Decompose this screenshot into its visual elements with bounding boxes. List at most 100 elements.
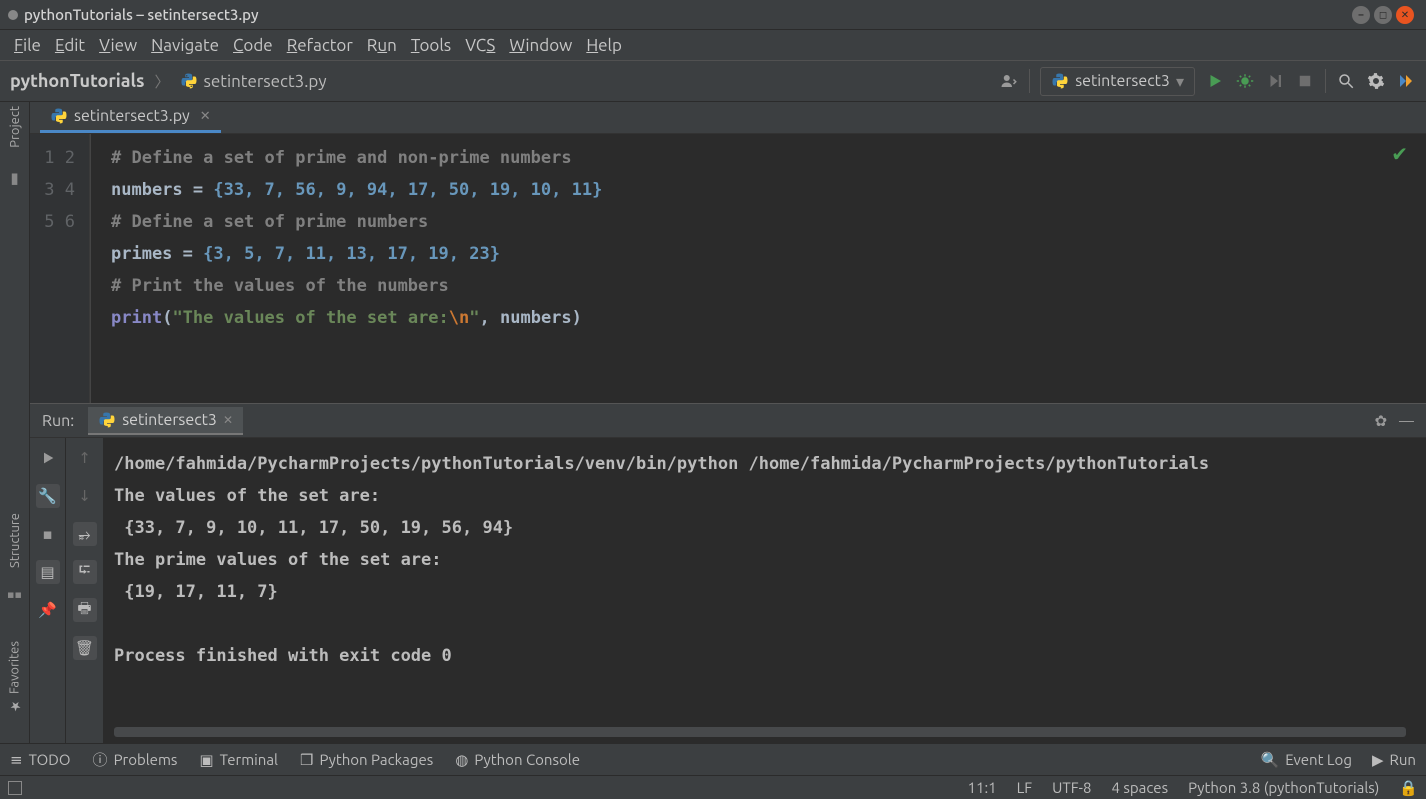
breadcrumb-separator: 〉 [155, 71, 170, 92]
window-maximize-button[interactable]: ◻ [1374, 6, 1392, 24]
chevron-down-icon: ▾ [1176, 72, 1184, 91]
sidebar-item-favorites[interactable]: ★ Favorites [7, 641, 22, 713]
editor-tabs: setintersect3.py ✕ [30, 102, 1426, 134]
run-configuration-selector[interactable]: setintersect3 ▾ [1040, 67, 1195, 96]
menu-edit[interactable]: Edit [55, 36, 85, 55]
close-tab-icon[interactable]: ✕ [200, 109, 211, 124]
tool-packages[interactable]: ❒Python Packages [300, 751, 433, 769]
sidebar-item-structure[interactable]: Structure [8, 513, 22, 568]
run-tool-header: Run: setintersect3 ✕ ✿ — [30, 404, 1426, 438]
menu-view[interactable]: View [99, 36, 137, 55]
coverage-button[interactable] [1265, 71, 1285, 91]
down-arrow-icon[interactable]: ↓ [73, 484, 97, 508]
status-indent[interactable]: 4 spaces [1111, 779, 1168, 796]
run-tab-label: setintersect3 [122, 411, 217, 429]
menu-vcs[interactable]: VCS [465, 36, 495, 55]
left-toolwindow-bar: Project ▮ Structure ▪▪ ★ Favorites [0, 102, 30, 743]
run-settings-icon[interactable]: ✿ [1374, 412, 1387, 430]
layout-button[interactable]: ▤ [36, 560, 60, 584]
line-numbers-gutter: 1 2 3 4 5 6 [30, 134, 90, 403]
menu-window[interactable]: Window [509, 36, 572, 55]
titlebar: pythonTutorials – setintersect3.py – ◻ ✕ [0, 0, 1426, 30]
menu-help[interactable]: Help [586, 36, 622, 55]
menu-navigate[interactable]: Navigate [151, 36, 219, 55]
editor-tab-active[interactable]: setintersect3.py ✕ [40, 102, 221, 133]
run-panel-label: Run: [42, 412, 74, 430]
settings-button[interactable] [1366, 71, 1386, 91]
status-encoding[interactable]: UTF-8 [1052, 779, 1091, 796]
menu-file[interactable]: File [14, 36, 41, 55]
code-editor[interactable]: ✔ 1 2 3 4 5 6 # Define a set of prime an… [30, 134, 1426, 403]
window-close-button[interactable]: ✕ [1396, 6, 1414, 24]
tool-terminal[interactable]: ▣Terminal [199, 751, 278, 769]
window-title: pythonTutorials – setintersect3.py [24, 6, 259, 23]
run-configuration-label: setintersect3 [1075, 72, 1170, 90]
python-file-icon [50, 107, 68, 125]
ide-features-button[interactable] [1396, 71, 1416, 91]
packages-icon: ❒ [300, 751, 313, 769]
list-icon: ≡ [10, 751, 23, 769]
soft-wrap-button[interactable]: ⥵ [73, 522, 97, 546]
code-content[interactable]: # Define a set of prime and non-prime nu… [90, 134, 1426, 403]
menu-bar: File Edit View Navigate Code Refactor Ru… [0, 30, 1426, 60]
run-nav-column: ↑ ↓ ⥵ ⮓ 🖶 🗑 [66, 438, 104, 743]
up-arrow-icon[interactable]: ↑ [73, 446, 97, 470]
search-everywhere-button[interactable] [1336, 71, 1356, 91]
run-tab-active[interactable]: setintersect3 ✕ [88, 407, 243, 435]
toolbar-separator [1029, 69, 1030, 93]
tool-todo[interactable]: ≡TODO [10, 751, 71, 769]
wrench-button[interactable]: 🔧 [36, 484, 60, 508]
stop-run-button[interactable]: ▪ [36, 522, 60, 546]
tool-problems[interactable]: ⓘProblems [93, 749, 178, 770]
run-console-output[interactable]: /home/fahmida/PycharmProjects/pythonTuto… [104, 438, 1426, 743]
structure-icon: ▪▪ [7, 588, 22, 601]
stop-button[interactable] [1295, 71, 1315, 91]
python-file-icon [1051, 72, 1069, 90]
play-icon: ▶ [1372, 751, 1384, 769]
tool-python-console[interactable]: ◍Python Console [455, 751, 580, 769]
run-button[interactable] [1205, 71, 1225, 91]
sidebar-item-project[interactable]: Project [8, 106, 22, 148]
debug-button[interactable] [1235, 71, 1255, 91]
status-interpreter[interactable]: Python 3.8 (pythonTutorials) [1188, 779, 1379, 796]
rerun-button[interactable] [36, 446, 60, 470]
app-icon [8, 10, 18, 20]
terminal-icon: ▣ [199, 751, 213, 769]
inspection-ok-icon[interactable]: ✔ [1391, 142, 1408, 166]
bottom-toolwindow-bar: ≡TODO ⓘProblems ▣Terminal ❒Python Packag… [0, 743, 1426, 775]
python-file-icon [180, 72, 198, 90]
status-bar: 11:1 LF UTF-8 4 spaces Python 3.8 (pytho… [0, 775, 1426, 799]
python-file-icon [98, 411, 116, 429]
window-minimize-button[interactable]: – [1352, 6, 1370, 24]
menu-run[interactable]: Run [367, 36, 397, 55]
menu-tools[interactable]: Tools [411, 36, 451, 55]
breadcrumb-file-label: setintersect3.py [204, 72, 327, 91]
toolbar-separator [1325, 69, 1326, 93]
pin-button[interactable]: 📌 [36, 598, 60, 622]
tool-run[interactable]: ▶Run [1372, 751, 1416, 769]
readonly-lock-icon[interactable]: 🔒 [1399, 779, 1418, 797]
breadcrumb-project[interactable]: pythonTutorials [10, 71, 145, 91]
print-button[interactable]: 🖶 [73, 598, 97, 622]
navigation-bar: pythonTutorials 〉 setintersect3.py setin… [0, 60, 1426, 102]
status-caret-pos[interactable]: 11:1 [968, 779, 997, 796]
horizontal-scrollbar[interactable] [114, 727, 1406, 737]
menu-refactor[interactable]: Refactor [287, 36, 353, 55]
run-actions-column: 🔧 ▪ ▤ 📌 [30, 438, 66, 743]
run-tool-window: Run: setintersect3 ✕ ✿ — 🔧 ▪ ▤ 📌 [30, 403, 1426, 743]
status-line-sep[interactable]: LF [1017, 779, 1033, 796]
close-run-tab-icon[interactable]: ✕ [223, 413, 233, 427]
editor-tab-label: setintersect3.py [74, 107, 190, 125]
python-icon: ◍ [455, 751, 468, 769]
tool-event-log[interactable]: 🔍Event Log [1261, 751, 1352, 769]
scroll-end-button[interactable]: ⮓ [73, 560, 97, 584]
folder-icon[interactable]: ▮ [5, 168, 25, 188]
run-hide-icon[interactable]: — [1399, 412, 1414, 430]
info-icon: ⓘ [93, 749, 108, 770]
menu-code[interactable]: Code [233, 36, 273, 55]
user-icon[interactable] [999, 71, 1019, 91]
trash-button[interactable]: 🗑 [73, 636, 97, 660]
search-icon: 🔍 [1261, 751, 1280, 769]
breadcrumb-file[interactable]: setintersect3.py [180, 72, 327, 91]
tool-windows-toggle[interactable] [8, 781, 22, 795]
